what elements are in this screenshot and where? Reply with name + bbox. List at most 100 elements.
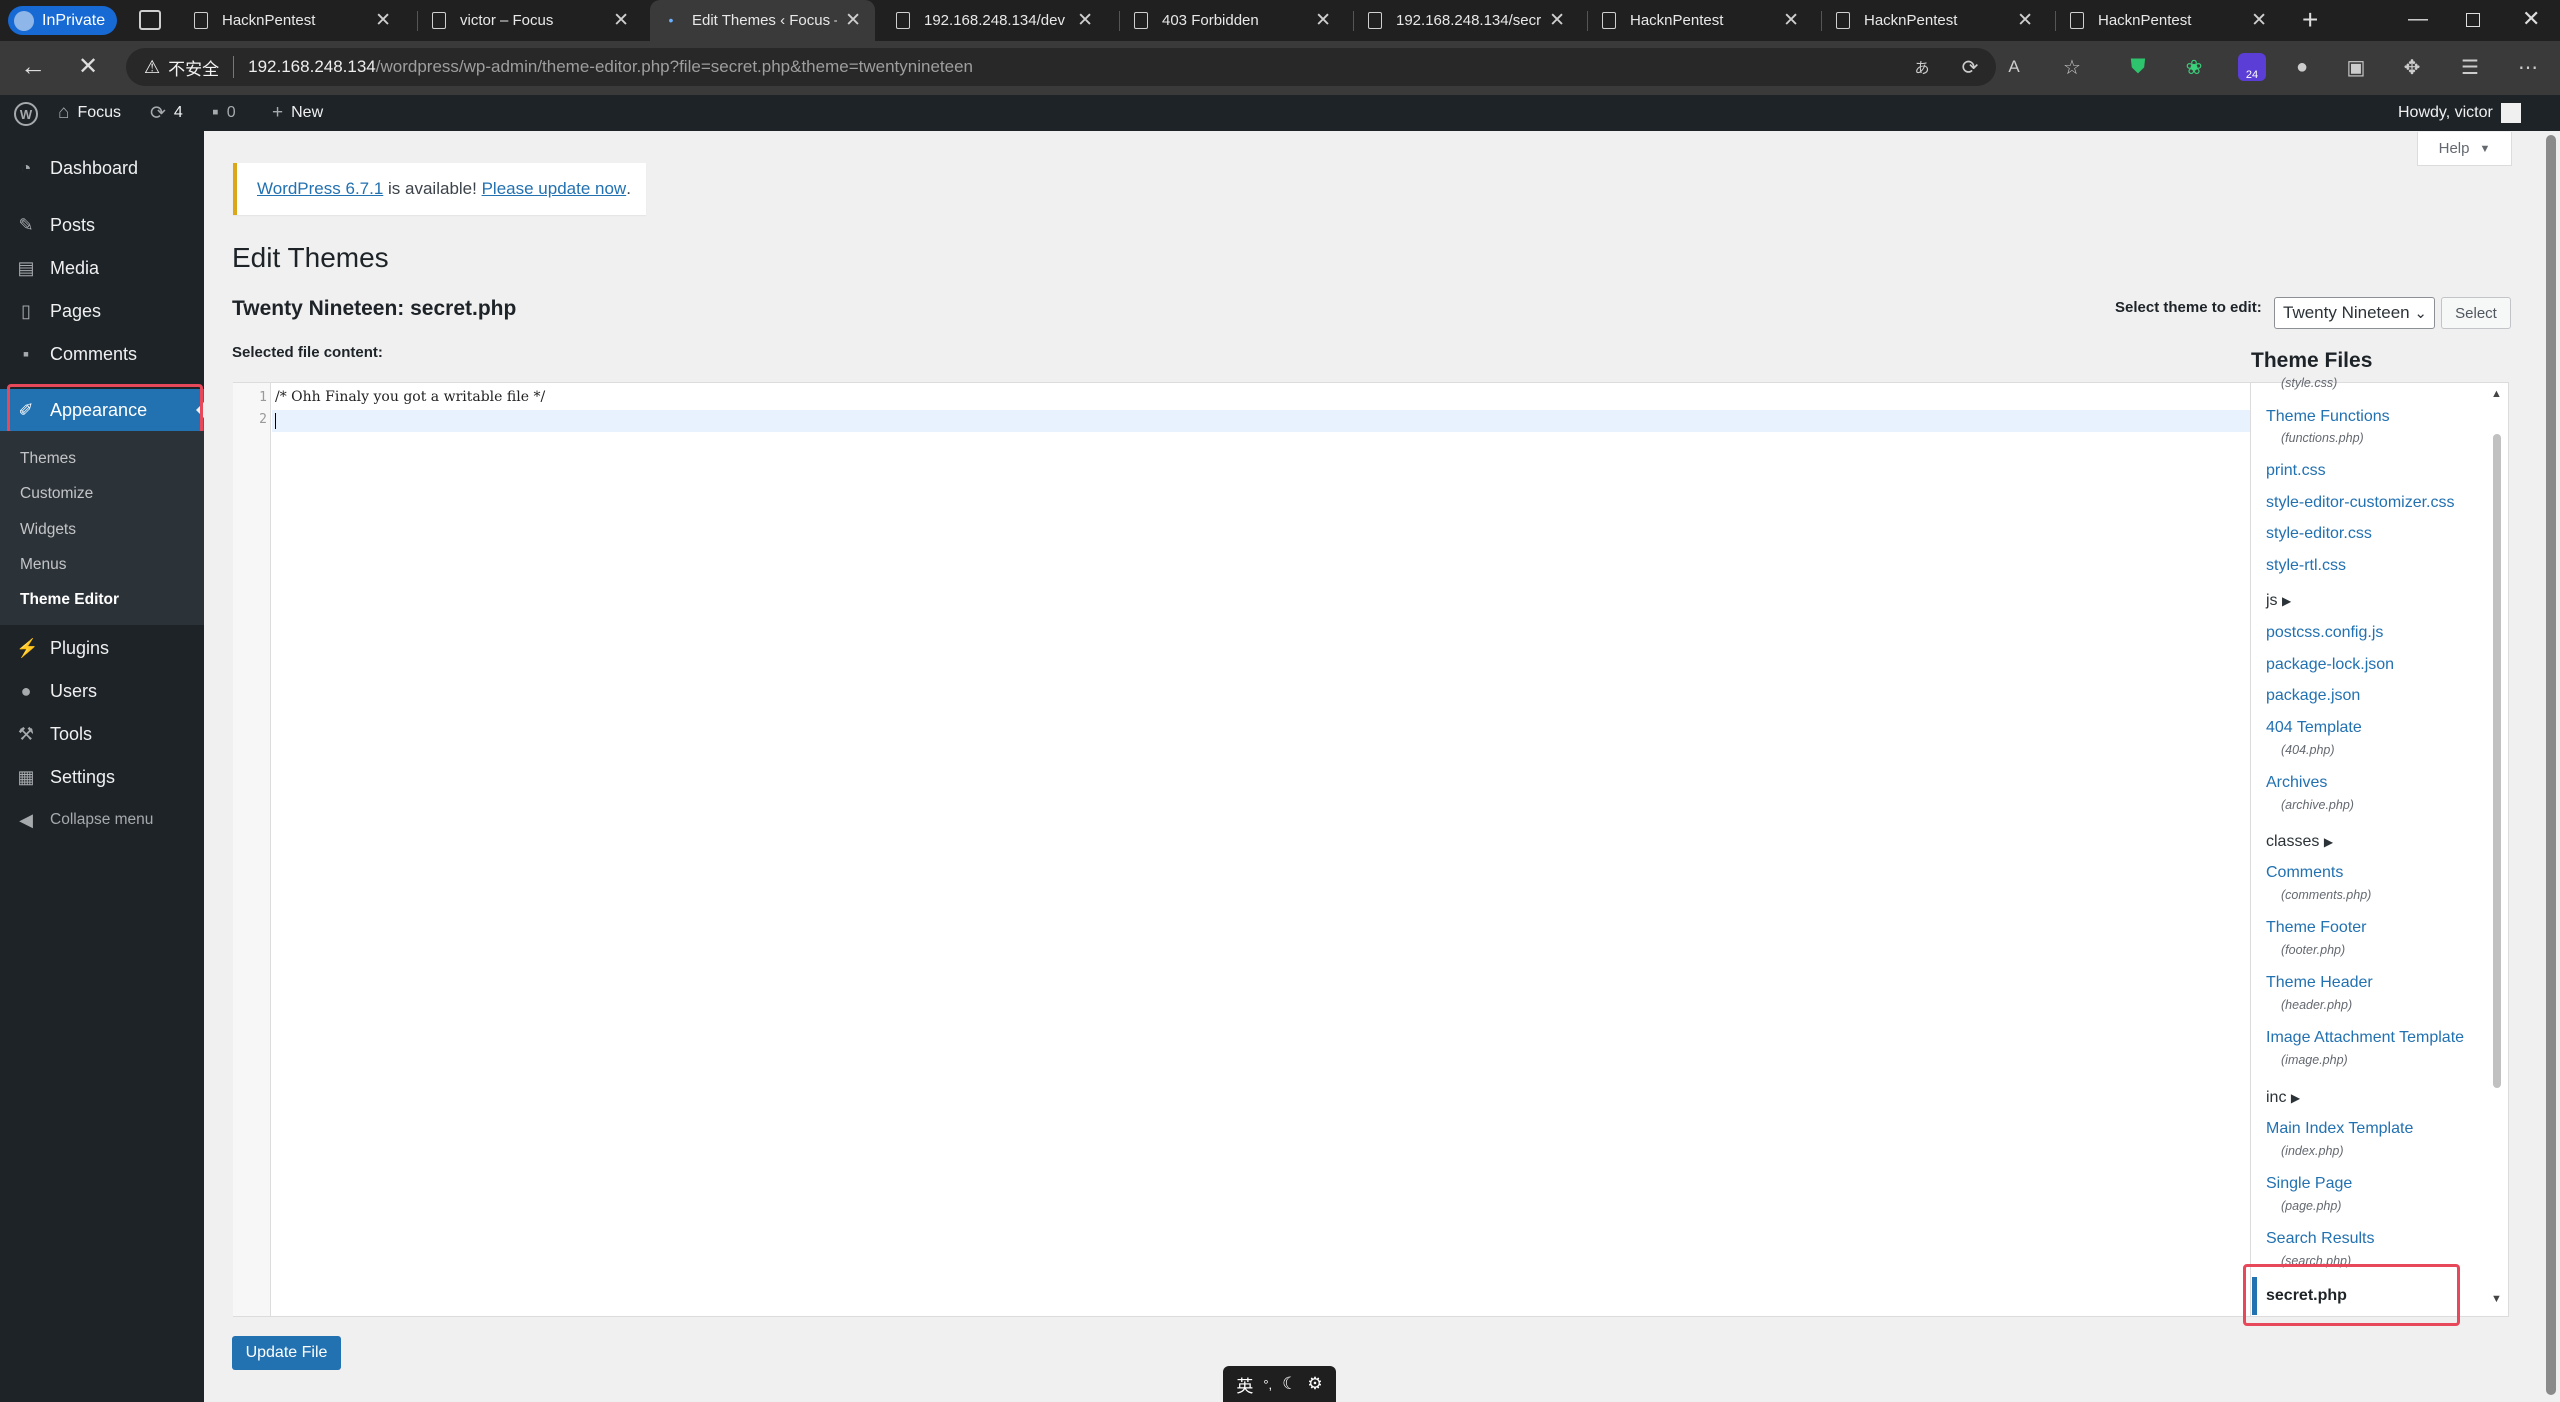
restore-icon[interactable] [2466, 13, 2480, 27]
file-link[interactable]: Comments [2266, 864, 2343, 882]
file-link[interactable]: package.json [2266, 687, 2360, 705]
sidebar-item-tools[interactable]: ⚒ Tools [0, 714, 204, 754]
file-link[interactable]: Main Index Template [2266, 1120, 2413, 1138]
submenu-widgets[interactable]: Widgets [20, 521, 76, 539]
submenu-customize[interactable]: Customize [20, 485, 93, 503]
my-account-link[interactable]: Howdy, victor [2398, 95, 2521, 131]
extension-screen-icon[interactable]: ▣ [2342, 53, 2370, 81]
read-aloud-icon[interactable]: A [2000, 53, 2028, 81]
wordpress-version-link[interactable]: WordPress 6.7.1 [257, 179, 383, 199]
comments-link[interactable]: ▪ 0 [212, 95, 236, 131]
new-content-link[interactable]: + New [272, 95, 323, 131]
select-theme-button[interactable]: Select [2441, 297, 2511, 329]
more-menu-icon[interactable]: ⋯ [2514, 53, 2542, 81]
update-now-link[interactable]: Please update now [482, 179, 627, 199]
back-icon[interactable]: ← [20, 51, 46, 82]
file-link[interactable]: Search Results [2266, 1230, 2375, 1248]
file-link[interactable]: Theme Functions [2266, 408, 2390, 426]
file-link[interactable]: Theme Header [2266, 974, 2373, 992]
file-link[interactable]: Archives [2266, 774, 2327, 792]
browser-tab-8[interactable]: HacknPentest ✕ [1822, 0, 2047, 41]
close-tab-icon[interactable]: ✕ [1077, 9, 1093, 32]
address-bar[interactable]: ⚠ 不安全 192.168.248.134/wordpress/wp-admin… [126, 48, 1996, 86]
close-tab-icon[interactable]: ✕ [1549, 9, 1565, 32]
ime-toolbar[interactable]: 英 °, ☾ ⚙ [1223, 1366, 1336, 1402]
submenu-themes[interactable]: Themes [20, 450, 76, 468]
close-tab-icon[interactable]: ✕ [2251, 9, 2267, 32]
folder-toggle[interactable]: classes ▶ [2266, 833, 2333, 851]
sidebar-item-posts[interactable]: ✎ Posts [0, 205, 204, 245]
file-link[interactable]: style-editor-customizer.css [2266, 494, 2455, 512]
file-link[interactable]: postcss.config.js [2266, 624, 2383, 642]
extension-badge-icon[interactable]: 24 [2238, 53, 2266, 81]
browser-tab-4[interactable]: 192.168.248.134/dev ✕ [882, 0, 1107, 41]
browser-tab-1[interactable]: HacknPentest ✕ [180, 0, 405, 41]
page-icon [1602, 12, 1616, 29]
browser-tab-7[interactable]: HacknPentest ✕ [1588, 0, 1813, 41]
sidebar-item-media[interactable]: ▤ Media [0, 248, 204, 288]
scroll-up-arrow-icon[interactable]: ▲ [2491, 388, 2502, 400]
refresh-page-icon[interactable]: ⟳ [1956, 53, 1984, 81]
file-link[interactable]: Theme Footer [2266, 919, 2366, 937]
inprivate-badge[interactable]: InPrivate [8, 6, 118, 35]
file-list-scrollbar-thumb[interactable] [2493, 434, 2501, 1088]
close-tab-icon[interactable]: ✕ [375, 9, 391, 32]
wordpress-logo-icon[interactable]: W [14, 102, 38, 126]
collapse-menu-button[interactable]: ◀ Collapse menu [0, 800, 204, 840]
folder-toggle[interactable]: js ▶ [2266, 592, 2291, 610]
ime-settings-gear-icon[interactable]: ⚙ [1307, 1374, 1322, 1394]
translate-icon[interactable]: あ [1908, 53, 1936, 81]
browser-tab-9[interactable]: HacknPentest ✕ [2056, 0, 2281, 41]
code-editor[interactable] [233, 382, 2251, 1317]
theme-select[interactable]: Twenty Nineteen ⌄ [2274, 297, 2435, 329]
extensions-puzzle-icon[interactable]: ✥ [2398, 53, 2426, 81]
file-link[interactable]: style-rtl.css [2266, 557, 2346, 575]
browser-tab-2[interactable]: victor – Focus ✕ [418, 0, 643, 41]
submenu-theme-editor[interactable]: Theme Editor [20, 591, 119, 609]
updates-link[interactable]: ⟳ 4 [150, 95, 183, 131]
profile-avatar [14, 10, 34, 31]
tab-actions-icon[interactable] [139, 10, 161, 30]
page-scrollbar-thumb[interactable] [2545, 135, 2556, 1395]
wp-admin-bar [0, 95, 2560, 131]
update-file-button[interactable]: Update File [232, 1336, 341, 1370]
close-tab-icon[interactable]: ✕ [2017, 9, 2033, 32]
stop-loading-icon[interactable]: ✕ [78, 52, 98, 81]
file-link[interactable]: Image Attachment Template [2266, 1029, 2464, 1047]
extension-leaf-icon[interactable]: ❀ [2180, 53, 2208, 81]
sidebar-item-users[interactable]: ● Users [0, 671, 204, 711]
sidebar-item-settings[interactable]: ▦ Settings [0, 757, 204, 797]
scroll-down-arrow-icon[interactable]: ▼ [2491, 1293, 2502, 1305]
file-link[interactable]: package-lock.json [2266, 656, 2394, 674]
file-link[interactable]: 404 Template [2266, 719, 2362, 737]
sidebar-item-comments[interactable]: ▪ Comments [0, 334, 204, 374]
close-tab-icon[interactable]: ✕ [845, 9, 861, 32]
browser-tab-6[interactable]: 192.168.248.134/secret ✕ [1354, 0, 1579, 41]
collections-icon[interactable]: ☰ [2456, 53, 2484, 81]
close-tab-icon[interactable]: ✕ [1315, 9, 1331, 32]
sidebar-item-plugins[interactable]: ⚡ Plugins [0, 628, 204, 668]
shield-extension-icon[interactable]: ⛊ [2124, 53, 2152, 81]
extension-circle-icon[interactable]: ● [2288, 53, 2316, 81]
caret-down-icon: ▼ [2479, 142, 2491, 155]
folder-toggle[interactable]: inc ▶ [2266, 1089, 2300, 1107]
favorite-star-icon[interactable]: ☆ [2058, 53, 2086, 81]
close-tab-icon[interactable]: ✕ [1783, 9, 1799, 32]
browser-tab-3-active[interactable]: • Edit Themes ‹ Focus — ✕ [650, 0, 875, 41]
new-tab-icon[interactable]: + [2302, 4, 2318, 36]
help-tab-button[interactable]: Help ▼ [2417, 132, 2512, 166]
browser-tab-5[interactable]: 403 Forbidden ✕ [1120, 0, 1345, 41]
minimize-icon[interactable]: — [2408, 8, 2428, 31]
window-close-icon[interactable]: ✕ [2522, 6, 2540, 32]
submenu-menus[interactable]: Menus [20, 556, 67, 574]
sidebar-item-pages[interactable]: ▯ Pages [0, 291, 204, 331]
close-tab-icon[interactable]: ✕ [613, 9, 629, 32]
file-link[interactable]: print.css [2266, 462, 2326, 480]
page-scrollbar[interactable] [2541, 131, 2560, 1402]
code-line[interactable]: /* Ohh Finaly you got a writable file */ [275, 389, 545, 405]
site-name-link[interactable]: ⌂ Focus [58, 95, 121, 131]
page-icon [896, 12, 910, 29]
file-link[interactable]: style-editor.css [2266, 525, 2372, 543]
sidebar-item-dashboard[interactable]: ◔ Dashboard [0, 148, 204, 188]
file-link[interactable]: Single Page [2266, 1175, 2352, 1193]
